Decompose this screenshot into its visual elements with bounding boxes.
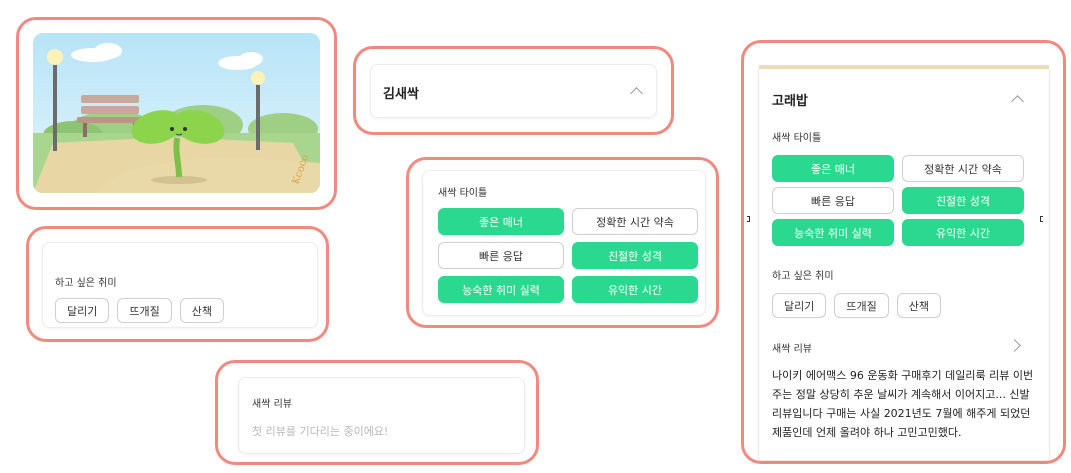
empty-review-card: 새싹 리뷰 첫 리뷰를 기다리는 중이에요! [238, 377, 525, 454]
chevron-right-icon[interactable] [1008, 339, 1021, 352]
expanded-profile-card: 고래밥 새싹 타이틀 좋은 매너 정확한 시간 약속빠른 응답 친절한 성격능숙한 … [758, 65, 1050, 461]
title-chip[interactable]: 좋은 매너 [772, 155, 894, 182]
title-chip[interactable]: 능숙한 취미 실력 [772, 219, 894, 246]
expanded-hobby-label: 하고 싶은 취미 [772, 271, 834, 282]
profile-name: 김새싹 [383, 87, 419, 102]
hobby-chip[interactable]: 산책 [896, 293, 941, 318]
park-scene-image: Kcoco [33, 33, 320, 193]
hobby-chip[interactable]: 뜨개질 [834, 293, 889, 318]
expanded-hobby-chip-row: 달리기 뜨개질 산책 [772, 293, 941, 318]
title-chip[interactable]: 빠른 응답 [772, 187, 894, 214]
review-text: 나이키 에어맥스 96 운동화 구매후기 데일리룩 리뷰 이번주는 정말 상당히… [772, 369, 1034, 439]
marker-right [1040, 216, 1043, 222]
hobby-chip-row: 달리기 뜨개질 산책 [55, 298, 224, 323]
collapsed-profile-frame: 김새싹 [353, 46, 674, 135]
hobby-section-label: 하고 싶은 취미 [55, 278, 117, 289]
hobby-chip[interactable]: 산책 [179, 298, 224, 323]
expanded-review-label: 새싹 리뷰 [772, 344, 812, 355]
title-chip[interactable]: 정확한 시간 약속 [902, 155, 1024, 182]
chevron-up-icon[interactable] [1011, 95, 1024, 108]
titles-card: 새싹 타이틀 좋은 매너 정확한 시간 약속빠른 응답 친절한 성격능숙한 취미 실… [422, 170, 706, 316]
title-chip[interactable]: 친절한 성격 [572, 242, 698, 269]
hobby-chip[interactable]: 달리기 [55, 298, 110, 323]
review-section-label: 새싹 리뷰 [252, 399, 292, 410]
title-chip[interactable]: 친절한 성격 [902, 187, 1024, 214]
hobby-chip[interactable]: 달리기 [772, 293, 827, 318]
seedling-illustration: Kcoco [33, 33, 320, 193]
review-placeholder-text: 첫 리뷰를 기다리는 중이에요! [252, 425, 389, 438]
titles-chip-grid: 좋은 매너 정확한 시간 약속빠른 응답 친절한 성격능숙한 취미 실력 유익한 시간 [438, 208, 698, 303]
title-chip[interactable]: 정확한 시간 약속 [572, 208, 698, 235]
marker-left [747, 216, 750, 222]
expanded-profile-name: 고래밥 [772, 94, 808, 109]
title-chip[interactable]: 좋은 매너 [438, 208, 564, 235]
hobby-card: 하고 싶은 취미 달리기 뜨개질 산책 [42, 242, 318, 328]
expanded-titles-label: 새싹 타이틀 [772, 133, 822, 144]
hobby-frame: 하고 싶은 취미 달리기 뜨개질 산책 [26, 226, 329, 342]
hobby-chip[interactable]: 뜨개질 [117, 298, 172, 323]
expanded-profile-frame: 고래밥 새싹 타이틀 좋은 매너 정확한 시간 약속빠른 응답 친절한 성격능숙한 … [741, 40, 1066, 464]
empty-review-frame: 새싹 리뷰 첫 리뷰를 기다리는 중이에요! [215, 360, 539, 465]
chevron-up-icon[interactable] [630, 87, 643, 100]
title-chip[interactable]: 능숙한 취미 실력 [438, 276, 564, 303]
illustration-frame: Kcoco [16, 17, 337, 210]
titles-frame: 새싹 타이틀 좋은 매너 정확한 시간 약속빠른 응답 친절한 성격능숙한 취미 실… [406, 157, 719, 328]
title-chip[interactable]: 유익한 시간 [572, 276, 698, 303]
expanded-titles-chip-grid: 좋은 매너 정확한 시간 약속빠른 응답 친절한 성격능숙한 취미 실력 유익한 시간 [772, 155, 1024, 246]
titles-section-label: 새싹 타이틀 [438, 188, 488, 199]
title-chip[interactable]: 빠른 응답 [438, 242, 564, 269]
collapsed-profile-card[interactable]: 김새싹 [370, 64, 657, 118]
card-top-accent [759, 65, 1049, 69]
title-chip[interactable]: 유익한 시간 [902, 219, 1024, 246]
